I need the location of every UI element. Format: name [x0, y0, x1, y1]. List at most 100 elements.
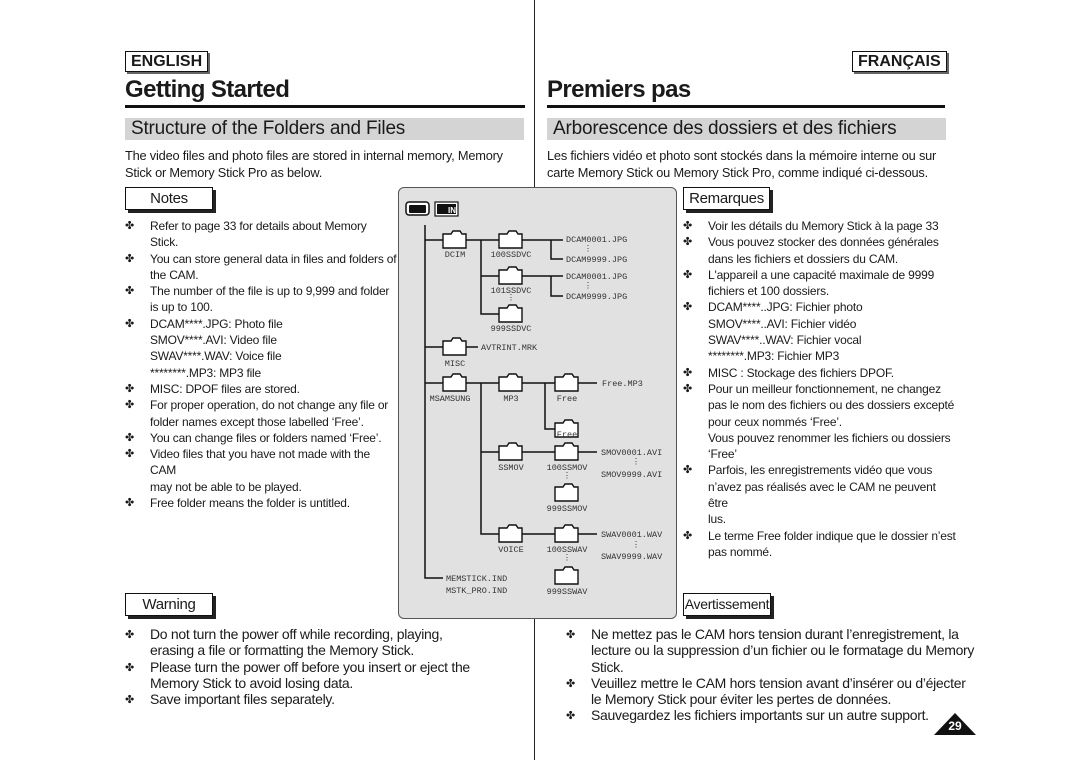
- list-item-line: SMOV****.AVI: Video file: [150, 333, 277, 348]
- list-item-line: Free folder means the folder is untitled…: [150, 496, 350, 511]
- list-item: ✤ The number of the file is up to 9,999 a…: [125, 283, 397, 316]
- bullet-icon: ✤: [125, 661, 134, 674]
- list-item-line: Save important files separately.: [150, 691, 335, 708]
- folder-icon: [497, 372, 523, 392]
- memory-card-icon: [404, 200, 430, 216]
- list-item-line: Refer to page 33 for details about Memor…: [150, 219, 367, 250]
- tree-label-f999ssdvc: 999SSDVC: [490, 324, 531, 334]
- folder-icon: [497, 523, 523, 543]
- language-label-french: FRANÇAIS: [852, 51, 947, 72]
- vertical-ellipsis-icon: ⋮: [506, 293, 515, 303]
- list-item-line: Video files that you have not made with …: [150, 447, 370, 478]
- list-item: ✤ You can change files or folders named ‘…: [125, 430, 397, 446]
- tree-label-f100ssdvc: 100SSDVC: [490, 250, 531, 260]
- intro-english: The video files and photo files are stor…: [125, 148, 525, 181]
- remarques-label: Remarques: [683, 187, 770, 210]
- page-number-text: 29: [948, 719, 962, 733]
- section-heading-french: Arborescence des dossiers et des fichier…: [547, 118, 946, 140]
- list-item-line: pas nommé.: [708, 544, 773, 559]
- list-item-line: fichiers et 100 dossiers.: [708, 284, 830, 299]
- list-item-line: Please turn the power off before you ins…: [150, 658, 470, 675]
- list-item-line: MISC: DPOF files are stored.: [150, 381, 300, 396]
- tree-label-swav0001: SWAV0001.WAV: [601, 530, 663, 540]
- intro-line: Stick or Memory Stick Pro as below.: [125, 164, 323, 180]
- list-item-line: Veuillez mettre le CAM hors tension avan…: [591, 674, 966, 691]
- tree-label-dcam0001: DCAM0001.JPG: [566, 272, 627, 282]
- tree-label-avtrint: AVTRINT.MRK: [481, 343, 538, 353]
- tree-label-msamsung: MSAMSUNG: [429, 394, 470, 404]
- in-label: IN: [448, 206, 456, 215]
- list-item-line: Pour un meilleur fonctionnement, ne chan…: [708, 381, 941, 396]
- bullet-icon: ✤: [683, 366, 693, 379]
- folder-icon: [441, 336, 467, 356]
- bullet-icon: ✤: [125, 317, 135, 330]
- bullet-icon: ✤: [125, 252, 135, 265]
- list-item: ✤ Ne mettez pas le CAM hors tension duran…: [566, 626, 976, 675]
- bullet-icon: ✤: [566, 677, 575, 690]
- bullet-icon: ✤: [125, 629, 134, 641]
- list-item-line: ‘Free’: [708, 447, 737, 462]
- tree-label-misc: MISC: [444, 359, 464, 369]
- list-item: ✤ Sauvegardez les fichiers importants sur…: [566, 707, 976, 723]
- bullet-icon: ✤: [683, 464, 693, 477]
- list-item-line: Ne mettez pas le CAM hors tension durant…: [591, 626, 959, 642]
- list-item-line: You can change files or folders named ‘F…: [150, 430, 382, 445]
- list-item-line: pas le nom des fichiers ou des dossiers …: [708, 398, 955, 413]
- folder-icon: [553, 482, 579, 502]
- folder-icon: [497, 441, 523, 461]
- folder-icon: [497, 303, 523, 323]
- bullet-icon: ✤: [125, 497, 135, 510]
- bullet-icon: ✤: [125, 285, 135, 298]
- tree-label-swav9999: SWAV9999.WAV: [601, 552, 663, 562]
- warning-list-english: ✤ Do not turn the power off while recordi…: [125, 626, 525, 707]
- warning-label: Warning: [125, 593, 213, 616]
- vertical-ellipsis-icon: ⋮: [631, 457, 640, 467]
- list-item-line: Vous pouvez renommer les fichiers ou dos…: [708, 430, 951, 445]
- list-item-line: dans les fichiers et dossiers du CAM.: [708, 251, 899, 266]
- bullet-icon: ✤: [125, 220, 135, 232]
- bullet-icon: ✤: [683, 268, 693, 281]
- list-item-line: The number of the file is up to 9,999 an…: [150, 284, 390, 299]
- list-item-line: You can store general data in files and …: [150, 251, 397, 266]
- list-item-line: SMOV****..AVI: Fichier vidéo: [708, 316, 857, 331]
- list-item-line: SWAV****.WAV: Voice file: [150, 349, 282, 364]
- list-item-line: Stick.: [591, 658, 624, 675]
- list-item-line: L'appareil a une capacité maximale de 99…: [708, 267, 935, 282]
- vertical-ellipsis-icon: ⋮: [583, 281, 592, 291]
- tree-label-dcam0001: DCAM0001.JPG: [566, 235, 627, 245]
- list-item-line: is up to 100.: [150, 300, 213, 315]
- list-item: ✤ Free folder means the folder is untitle…: [125, 495, 397, 511]
- list-item: ✤ You can store general data in files and…: [125, 251, 397, 284]
- folder-icon: [553, 441, 579, 461]
- bullet-icon: ✤: [566, 710, 575, 723]
- tree-label-voice: VOICE: [498, 545, 524, 555]
- list-item-line: pour ceux nommés ‘Free’.: [708, 414, 842, 429]
- bullet-icon: ✤: [683, 382, 693, 395]
- list-item-line: folder names except those labelled ‘Free…: [150, 414, 364, 429]
- intro-line: Les fichiers vidéo et photo sont stockés…: [547, 148, 937, 163]
- list-item: ✤ For proper operation, do not change any…: [125, 397, 397, 430]
- bullet-icon: ✤: [125, 399, 135, 412]
- list-item: ✤ Please turn the power off before you in…: [125, 659, 525, 692]
- list-item-line: MISC : Stockage des fichiers DPOF.: [708, 365, 894, 380]
- intro-line: carte Memory Stick ou Memory Stick Pro, …: [547, 164, 928, 180]
- list-item: ✤ MISC: DPOF files are stored.: [125, 381, 397, 397]
- tree-label-free: Free: [556, 430, 576, 440]
- folder-icon: [441, 229, 467, 249]
- language-label-english: ENGLISH: [125, 51, 209, 72]
- page-title-english: Getting Started: [125, 76, 290, 103]
- page-title-french: Premiers pas: [547, 76, 691, 103]
- warning-list-french: ✤ Ne mettez pas le CAM hors tension duran…: [566, 626, 976, 724]
- tree-label-free: Free: [556, 394, 576, 404]
- section-heading-english: Structure of the Folders and Files: [125, 118, 524, 140]
- tree-label-f999sswav: 999SSWAV: [546, 587, 588, 597]
- list-item-line: Do not turn the power off while recordin…: [150, 626, 443, 642]
- list-item-line: Le terme Free folder indique que le doss…: [708, 528, 956, 543]
- intro-line: The video files and photo files are stor…: [125, 148, 503, 163]
- list-item-line: the CAM.: [150, 267, 199, 282]
- notes-list-french: ✤ Voir les détails du Memory Stick à la p…: [683, 218, 958, 560]
- list-item-line: Parfois, les enregistrements vidéo que v…: [708, 463, 933, 478]
- list-item: ✤ Do not turn the power off while recordi…: [125, 626, 525, 659]
- notes-label: Notes: [125, 187, 213, 210]
- vertical-ellipsis-icon: ⋮: [562, 471, 571, 481]
